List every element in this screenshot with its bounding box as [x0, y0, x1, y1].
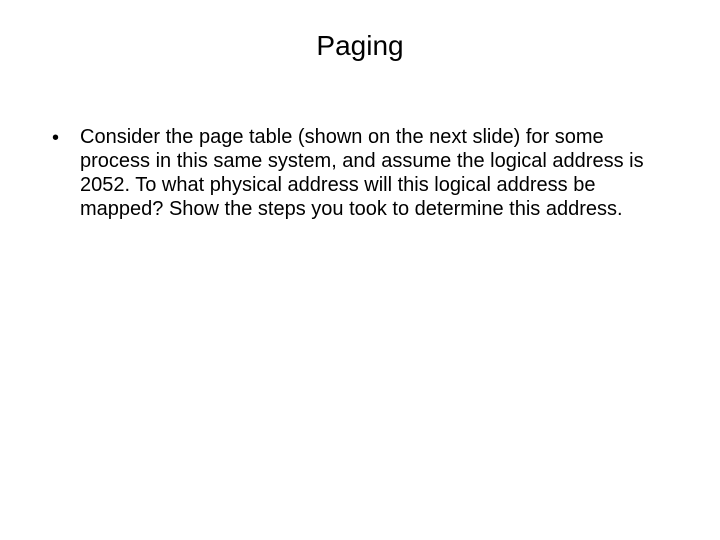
bullet-item: • Consider the page table (shown on the …	[50, 125, 660, 221]
bullet-text: Consider the page table (shown on the ne…	[80, 125, 660, 221]
bullet-marker-icon: •	[50, 125, 80, 151]
slide-body: • Consider the page table (shown on the …	[50, 125, 660, 221]
slide-title: Paging	[0, 30, 720, 62]
slide: Paging • Consider the page table (shown …	[0, 0, 720, 540]
